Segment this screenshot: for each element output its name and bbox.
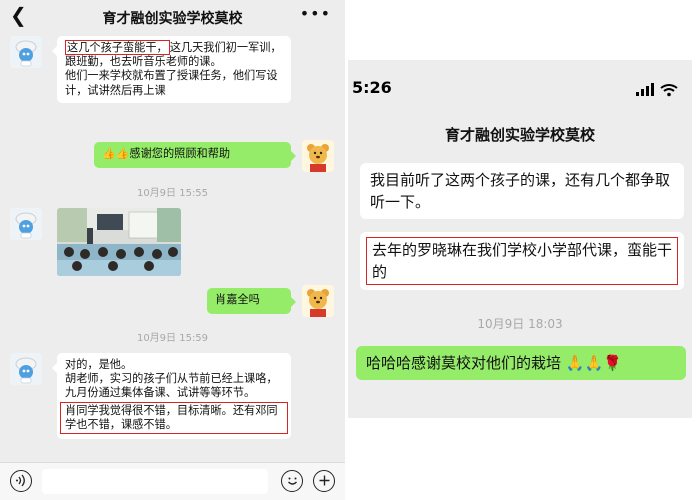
emoji-icon[interactable] [281,470,303,492]
message-bubble: 这几个孩子蛮能干， 这几天我们初一军训，跟班勤，也去听音乐老师的课。 他们一来学校… [52,36,291,103]
contact-avatar[interactable] [10,353,42,385]
status-bar-icons [636,82,682,101]
rose-icon: 🌹 [603,354,622,372]
highlighted-text: 这几个孩子蛮能干， [65,40,170,55]
message-input-bar [0,462,345,500]
signal-icon [636,83,678,97]
message-bubble: 我目前听了这两个孩子的课，还有几个都争取听一下。 [360,163,684,219]
contact-avatar[interactable] [10,36,42,68]
message-text: 感谢您的照顾和帮助 [129,147,231,160]
thumbs-up-icon: 👍👍 [102,147,130,160]
pray-icon: 🙏🙏 [565,354,604,372]
message-text: 他们一来学校就布置了授课任务，他们写设计，试讲然后再上课 [65,69,278,97]
classroom-photo[interactable] [57,208,181,276]
own-message-bubble: 哈哈哈感谢莫校对他们的栽培 🙏🙏🌹 [356,346,686,380]
message-input[interactable] [42,469,268,494]
own-message-bubble: 肖嘉全吗 [207,288,296,314]
own-message-bubble: 👍👍感谢您的照顾和帮助 [94,142,296,168]
highlighted-text: 肖同学我觉得很不错，目标清晰。还有邓同学也不错，课感不错。 [60,401,288,435]
highlighted-text: 去年的罗晓琳在我们学校小学部代课，蛮能干的 [366,237,678,285]
plus-icon[interactable] [313,470,335,492]
own-avatar[interactable] [302,285,334,317]
chat-title: 育才融创实验学校莫校 [102,11,243,27]
message-timestamp: 10月9日 15:59 [136,333,209,344]
left-chat-screenshot: ❮ 育才融创实验学校莫校 ••• 这几个孩子蛮能干， 这几天我们初一军训，跟班勤，… [0,0,345,500]
message-timestamp: 10月9日 18:03 [477,317,563,331]
message-text: 肖嘉全吗 [215,293,260,306]
message-text: 我目前听了这两个孩子的课，还有几个都争取听一下。 [370,171,671,211]
voice-icon[interactable] [10,470,32,492]
own-avatar[interactable] [302,140,334,172]
message-bubble: 对的，是他。 胡老师，实习的孩子们从节前已经上课咯，九月份通过集体备课、试讲等等… [52,353,291,440]
message-text: 对的，是他。 [65,358,133,371]
message-text: 哈哈哈感谢莫校对他们的栽培 [366,354,562,372]
more-options-icon[interactable]: ••• [300,4,331,23]
chat-header: ❮ 育才融创实验学校莫校 ••• [0,0,345,34]
message-bubble: 去年的罗晓琳在我们学校小学部代课，蛮能干的 [360,232,684,290]
right-chat-screenshot: 5:26 育才融创实验学校莫校 我目前听了这两个孩子的课，还有几个都争取听一下。… [348,60,692,418]
message-timestamp: 10月9日 15:55 [136,188,209,199]
chat-title: 育才融创实验学校莫校 [444,126,595,144]
status-bar-time: 5:26 [352,78,392,97]
message-text: 胡老师，实习的孩子们从节前已经上课咯，九月份通过集体备课、试讲等等环节。 [65,372,278,400]
contact-avatar[interactable] [10,208,42,240]
